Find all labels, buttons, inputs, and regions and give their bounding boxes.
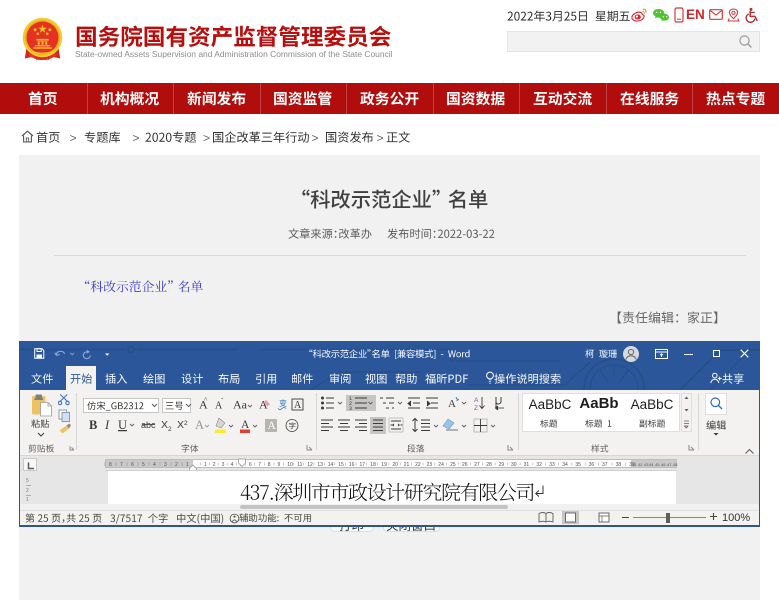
svg-text:B: B bbox=[89, 418, 97, 432]
svg-text:I: I bbox=[104, 418, 110, 432]
svg-text:A: A bbox=[448, 398, 456, 410]
svg-text:U: U bbox=[118, 418, 127, 432]
svg-text:2: 2 bbox=[26, 488, 29, 494]
svg-text:A: A bbox=[195, 418, 204, 432]
svg-text:ˇ: ˇ bbox=[221, 397, 224, 405]
svg-text:3: 3 bbox=[349, 406, 352, 412]
svg-text:X: X bbox=[161, 419, 168, 431]
svg-text:A: A bbox=[474, 397, 479, 404]
svg-text:Z: Z bbox=[474, 405, 478, 412]
svg-text:5: 5 bbox=[26, 478, 29, 484]
svg-text:1: 1 bbox=[26, 497, 29, 502]
svg-text:A: A bbox=[241, 419, 250, 431]
svg-text:A: A bbox=[268, 420, 277, 432]
svg-text:A: A bbox=[294, 400, 302, 411]
svg-text:Aa: Aa bbox=[233, 398, 248, 412]
svg-text:abc: abc bbox=[141, 420, 156, 430]
svg-text:2: 2 bbox=[168, 426, 172, 433]
svg-text:2: 2 bbox=[184, 420, 188, 427]
svg-text:X: X bbox=[177, 419, 184, 431]
